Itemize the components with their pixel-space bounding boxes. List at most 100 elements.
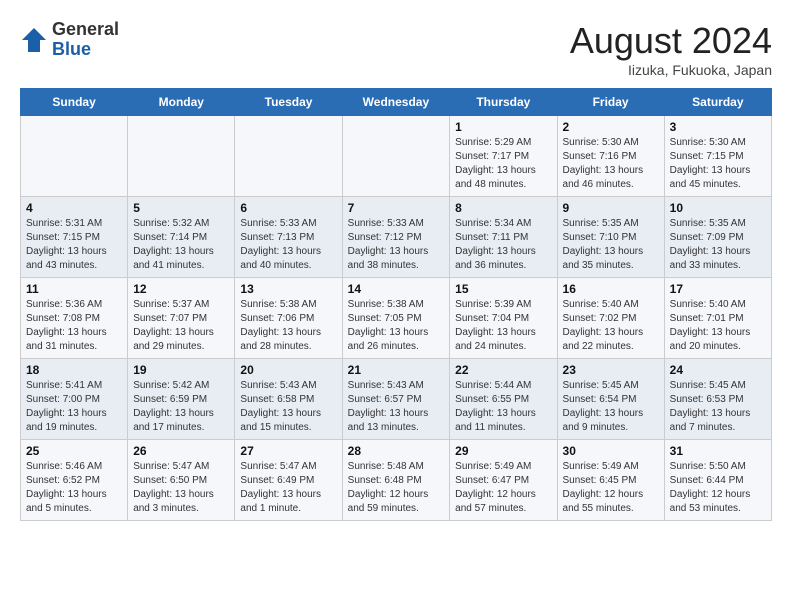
- calendar-cell: 21Sunrise: 5:43 AM Sunset: 6:57 PM Dayli…: [342, 359, 450, 440]
- calendar-cell: 8Sunrise: 5:34 AM Sunset: 7:11 PM Daylig…: [450, 197, 557, 278]
- day-number: 13: [240, 282, 336, 296]
- day-detail: Sunrise: 5:49 AM Sunset: 6:47 PM Dayligh…: [455, 460, 551, 516]
- day-number: 10: [670, 201, 766, 215]
- day-detail: Sunrise: 5:43 AM Sunset: 6:58 PM Dayligh…: [240, 379, 336, 435]
- day-detail: Sunrise: 5:38 AM Sunset: 7:06 PM Dayligh…: [240, 298, 336, 354]
- calendar-week-3: 18 Sunrise: 5:41 AM Sunset: 7:00 PM Dayli…: [21, 359, 772, 440]
- calendar-cell: 19 Sunrise: 5:42 AM Sunset: 6:59 PM Dayli…: [128, 359, 235, 440]
- calendar-week-0: 1Sunrise: 5:29 AM Sunset: 7:17 PM Daylig…: [21, 116, 772, 197]
- calendar-header: SundayMondayTuesdayWednesdayThursdayFrid…: [21, 89, 772, 116]
- day-detail: Sunrise: 5:42 AM Sunset: 6:59 PM Dayligh…: [133, 379, 229, 435]
- calendar-cell: 4Sunrise: 5:31 AM Sunset: 7:15 PM Daylig…: [21, 197, 128, 278]
- calendar-cell: 15 Sunrise: 5:39 AM Sunset: 7:04 PM Dayli…: [450, 278, 557, 359]
- day-detail: Sunrise: 5:45 AM Sunset: 6:54 PM Dayligh…: [563, 379, 659, 435]
- calendar-cell: 2Sunrise: 5:30 AM Sunset: 7:16 PM Daylig…: [557, 116, 664, 197]
- calendar-cell: 10 Sunrise: 5:35 AM Sunset: 7:09 PM Dayli…: [664, 197, 771, 278]
- calendar-week-1: 4Sunrise: 5:31 AM Sunset: 7:15 PM Daylig…: [21, 197, 772, 278]
- day-header-saturday: Saturday: [664, 89, 771, 116]
- logo-text: General Blue: [52, 20, 119, 60]
- day-number: 28: [348, 444, 445, 458]
- calendar-cell: 22 Sunrise: 5:44 AM Sunset: 6:55 PM Dayli…: [450, 359, 557, 440]
- calendar-cell: 23 Sunrise: 5:45 AM Sunset: 6:54 PM Dayli…: [557, 359, 664, 440]
- day-number: 24: [670, 363, 766, 377]
- calendar-cell: 28Sunrise: 5:48 AM Sunset: 6:48 PM Dayli…: [342, 440, 450, 521]
- day-detail: Sunrise: 5:38 AM Sunset: 7:05 PM Dayligh…: [348, 298, 445, 354]
- day-detail: Sunrise: 5:49 AM Sunset: 6:45 PM Dayligh…: [563, 460, 659, 516]
- calendar-cell: 7Sunrise: 5:33 AM Sunset: 7:12 PM Daylig…: [342, 197, 450, 278]
- day-number: 16: [563, 282, 659, 296]
- calendar-cell: 16Sunrise: 5:40 AM Sunset: 7:02 PM Dayli…: [557, 278, 664, 359]
- calendar-cell: 6 Sunrise: 5:33 AM Sunset: 7:13 PM Daylig…: [235, 197, 342, 278]
- day-detail: Sunrise: 5:50 AM Sunset: 6:44 PM Dayligh…: [670, 460, 766, 516]
- day-detail: Sunrise: 5:33 AM Sunset: 7:12 PM Dayligh…: [348, 217, 445, 273]
- day-number: 22: [455, 363, 551, 377]
- day-number: 2: [563, 120, 659, 134]
- day-detail: Sunrise: 5:39 AM Sunset: 7:04 PM Dayligh…: [455, 298, 551, 354]
- day-number: 14: [348, 282, 445, 296]
- day-number: 5: [133, 201, 229, 215]
- calendar-week-4: 25Sunrise: 5:46 AM Sunset: 6:52 PM Dayli…: [21, 440, 772, 521]
- calendar-week-2: 11 Sunrise: 5:36 AM Sunset: 7:08 PM Dayli…: [21, 278, 772, 359]
- calendar-cell: 12 Sunrise: 5:37 AM Sunset: 7:07 PM Dayli…: [128, 278, 235, 359]
- calendar-cell: 24 Sunrise: 5:45 AM Sunset: 6:53 PM Dayli…: [664, 359, 771, 440]
- day-detail: Sunrise: 5:31 AM Sunset: 7:15 PM Dayligh…: [26, 217, 122, 273]
- day-number: 18: [26, 363, 122, 377]
- day-detail: Sunrise: 5:41 AM Sunset: 7:00 PM Dayligh…: [26, 379, 122, 435]
- day-header-wednesday: Wednesday: [342, 89, 450, 116]
- day-detail: Sunrise: 5:37 AM Sunset: 7:07 PM Dayligh…: [133, 298, 229, 354]
- day-detail: Sunrise: 5:32 AM Sunset: 7:14 PM Dayligh…: [133, 217, 229, 273]
- calendar-cell: 14 Sunrise: 5:38 AM Sunset: 7:05 PM Dayli…: [342, 278, 450, 359]
- calendar-cell: 18 Sunrise: 5:41 AM Sunset: 7:00 PM Dayli…: [21, 359, 128, 440]
- page-header: General Blue August 2024 Iizuka, Fukuoka…: [20, 20, 772, 78]
- day-detail: Sunrise: 5:35 AM Sunset: 7:09 PM Dayligh…: [670, 217, 766, 273]
- day-number: 21: [348, 363, 445, 377]
- day-number: 20: [240, 363, 336, 377]
- day-detail: Sunrise: 5:36 AM Sunset: 7:08 PM Dayligh…: [26, 298, 122, 354]
- day-detail: Sunrise: 5:46 AM Sunset: 6:52 PM Dayligh…: [26, 460, 122, 516]
- day-number: 11: [26, 282, 122, 296]
- calendar-cell: 13 Sunrise: 5:38 AM Sunset: 7:06 PM Dayli…: [235, 278, 342, 359]
- day-detail: Sunrise: 5:33 AM Sunset: 7:13 PM Dayligh…: [240, 217, 336, 273]
- day-number: 1: [455, 120, 551, 134]
- days-header-row: SundayMondayTuesdayWednesdayThursdayFrid…: [21, 89, 772, 116]
- day-number: 27: [240, 444, 336, 458]
- day-number: 3: [670, 120, 766, 134]
- day-number: 26: [133, 444, 229, 458]
- day-number: 6: [240, 201, 336, 215]
- day-header-sunday: Sunday: [21, 89, 128, 116]
- day-number: 19: [133, 363, 229, 377]
- day-number: 15: [455, 282, 551, 296]
- day-detail: Sunrise: 5:40 AM Sunset: 7:01 PM Dayligh…: [670, 298, 766, 354]
- day-detail: Sunrise: 5:35 AM Sunset: 7:10 PM Dayligh…: [563, 217, 659, 273]
- day-header-tuesday: Tuesday: [235, 89, 342, 116]
- calendar-cell: [21, 116, 128, 197]
- day-detail: Sunrise: 5:34 AM Sunset: 7:11 PM Dayligh…: [455, 217, 551, 273]
- day-number: 30: [563, 444, 659, 458]
- subtitle: Iizuka, Fukuoka, Japan: [570, 62, 772, 78]
- calendar-cell: 20 Sunrise: 5:43 AM Sunset: 6:58 PM Dayli…: [235, 359, 342, 440]
- day-number: 23: [563, 363, 659, 377]
- day-number: 12: [133, 282, 229, 296]
- day-header-friday: Friday: [557, 89, 664, 116]
- logo-icon: [20, 26, 48, 54]
- calendar-cell: 3 Sunrise: 5:30 AM Sunset: 7:15 PM Daylig…: [664, 116, 771, 197]
- calendar-cell: 1Sunrise: 5:29 AM Sunset: 7:17 PM Daylig…: [450, 116, 557, 197]
- calendar-cell: 26Sunrise: 5:47 AM Sunset: 6:50 PM Dayli…: [128, 440, 235, 521]
- calendar-cell: [235, 116, 342, 197]
- calendar-cell: 25Sunrise: 5:46 AM Sunset: 6:52 PM Dayli…: [21, 440, 128, 521]
- day-number: 29: [455, 444, 551, 458]
- calendar-cell: 5 Sunrise: 5:32 AM Sunset: 7:14 PM Daylig…: [128, 197, 235, 278]
- day-detail: Sunrise: 5:45 AM Sunset: 6:53 PM Dayligh…: [670, 379, 766, 435]
- day-number: 31: [670, 444, 766, 458]
- day-header-monday: Monday: [128, 89, 235, 116]
- logo: General Blue: [20, 20, 119, 60]
- day-detail: Sunrise: 5:44 AM Sunset: 6:55 PM Dayligh…: [455, 379, 551, 435]
- day-detail: Sunrise: 5:47 AM Sunset: 6:49 PM Dayligh…: [240, 460, 336, 516]
- calendar-cell: [342, 116, 450, 197]
- calendar-cell: 31 Sunrise: 5:50 AM Sunset: 6:44 PM Dayli…: [664, 440, 771, 521]
- calendar-cell: 27 Sunrise: 5:47 AM Sunset: 6:49 PM Dayli…: [235, 440, 342, 521]
- calendar-cell: 11 Sunrise: 5:36 AM Sunset: 7:08 PM Dayli…: [21, 278, 128, 359]
- day-number: 9: [563, 201, 659, 215]
- day-detail: Sunrise: 5:30 AM Sunset: 7:15 PM Dayligh…: [670, 136, 766, 192]
- day-number: 17: [670, 282, 766, 296]
